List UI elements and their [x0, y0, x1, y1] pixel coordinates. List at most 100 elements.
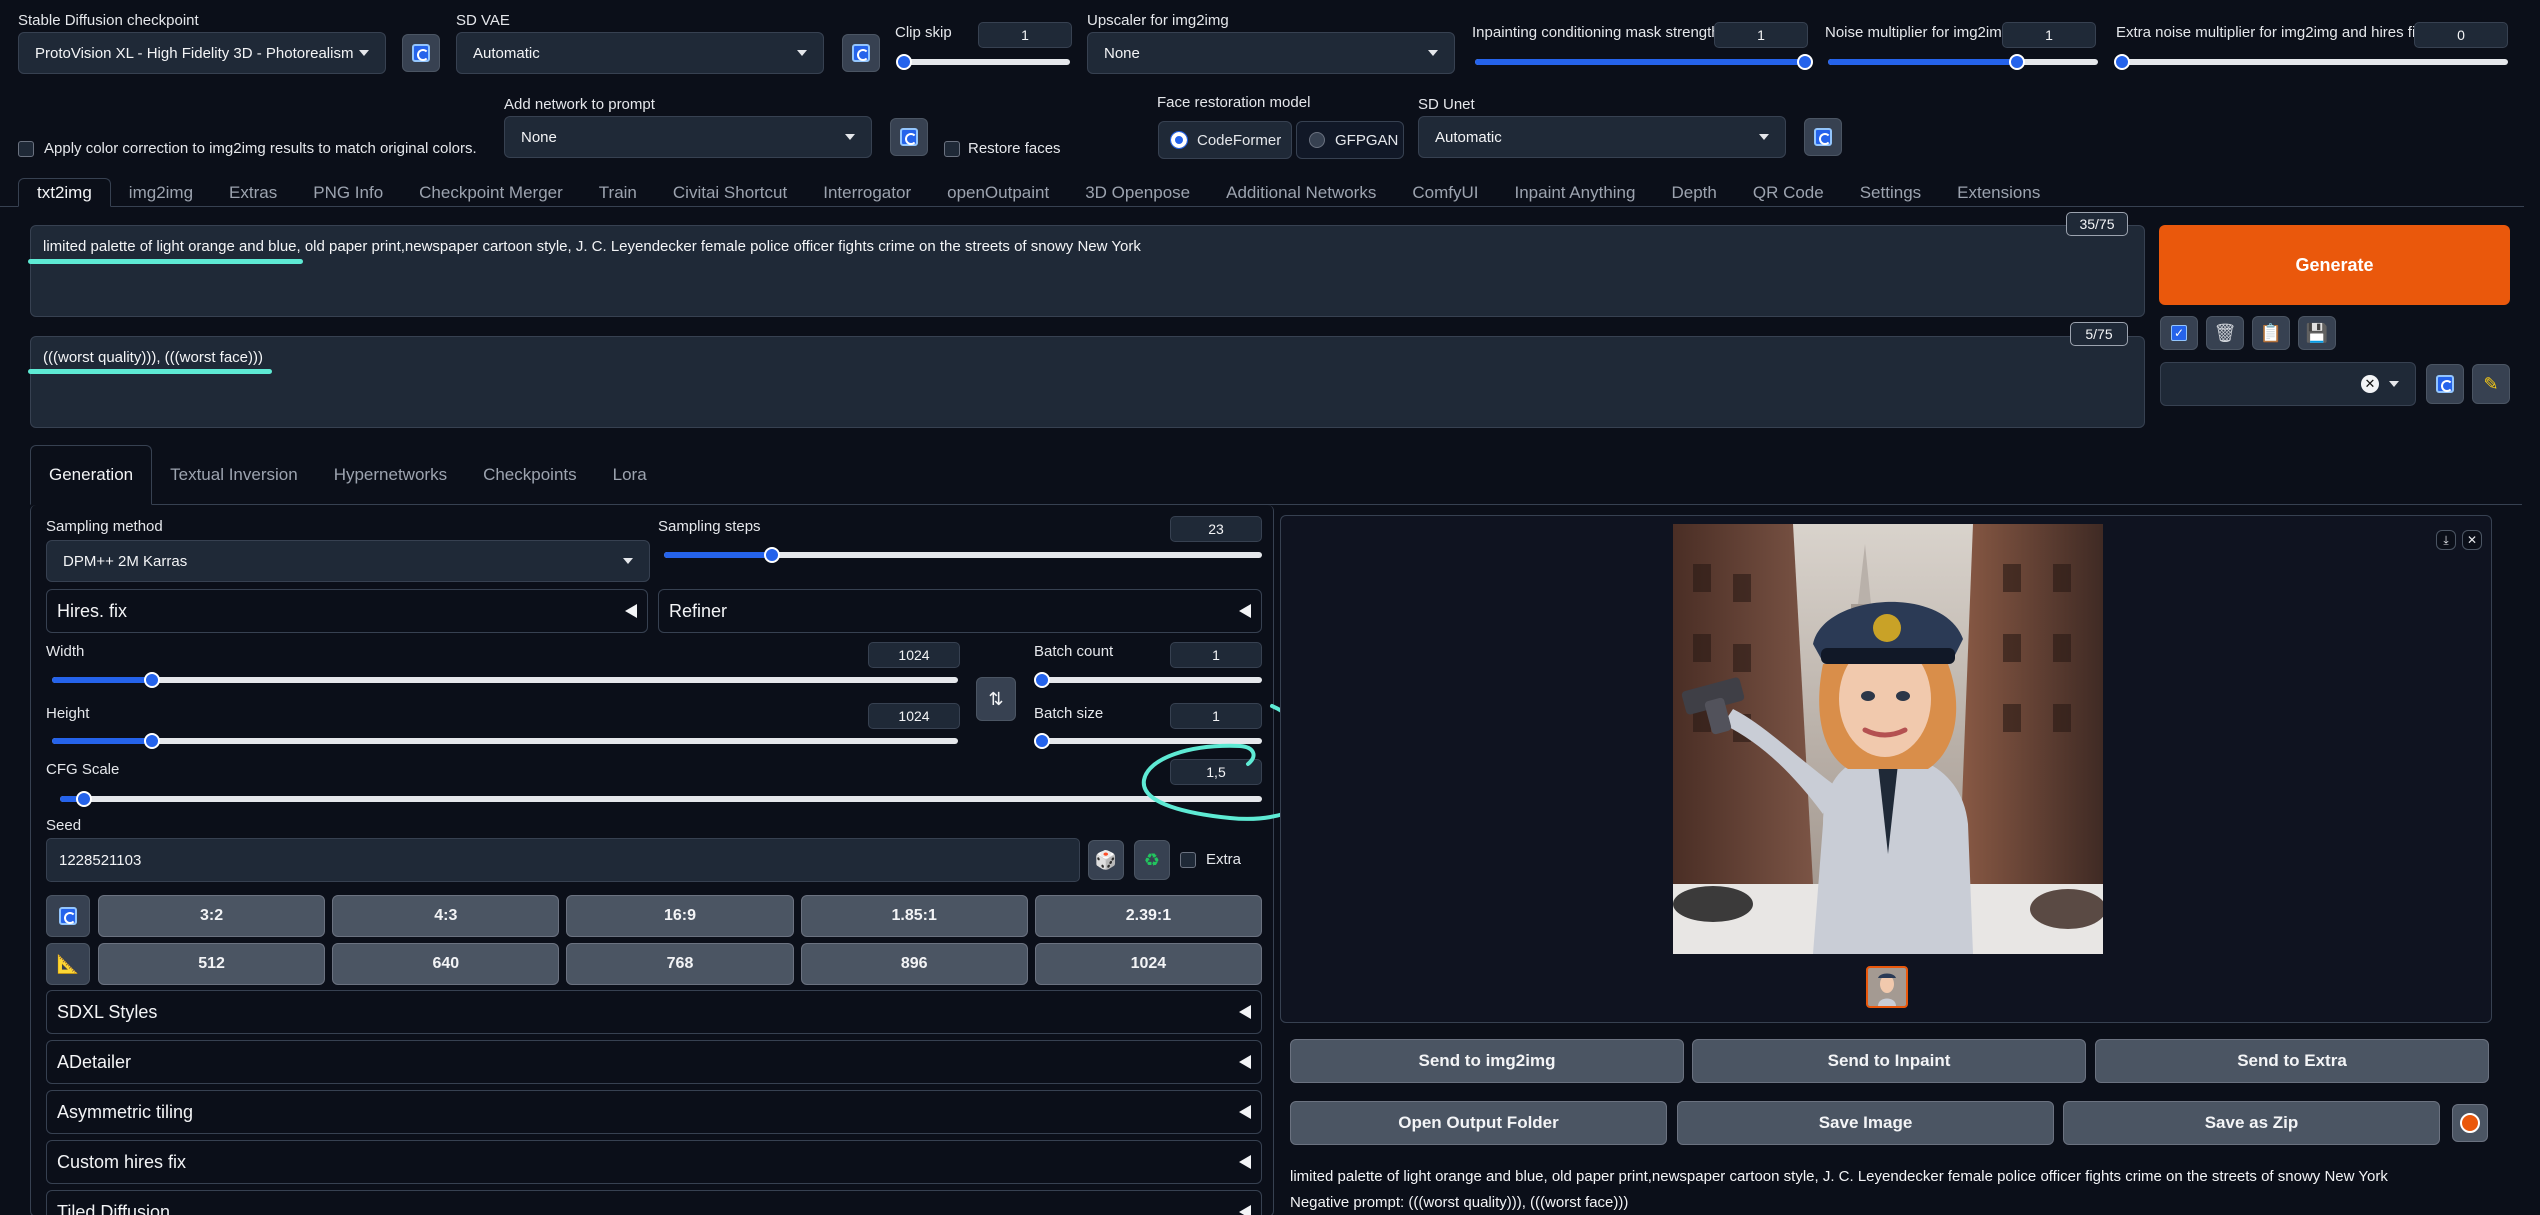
apply-styles-button[interactable]: 📋	[2252, 316, 2290, 350]
restore-faces-checkbox[interactable]	[944, 141, 960, 157]
refresh-unet-button[interactable]	[1804, 118, 1842, 156]
batch-count-input[interactable]: 1	[1170, 642, 1262, 668]
checkpoint-select[interactable]: ProtoVision XL - High Fidelity 3D - Phot…	[18, 32, 386, 74]
show-extra-networks-button[interactable]: ✓	[2160, 316, 2198, 350]
generated-image[interactable]	[1673, 524, 2103, 954]
accordion-tiled-diffusion[interactable]: Tiled Diffusion	[46, 1190, 1262, 1215]
seed-input[interactable]: 1228521103	[46, 838, 1080, 882]
accordion-sdxl-styles[interactable]: SDXL Styles	[46, 990, 1262, 1034]
subtab-hypernetworks[interactable]: Hypernetworks	[316, 445, 465, 505]
tab-openoutpaint[interactable]: openOutpaint	[929, 178, 1067, 207]
calc-size-button[interactable]: 📐	[46, 943, 90, 985]
refresh-checkpoint-button[interactable]	[402, 34, 440, 72]
edit-styles-button[interactable]: ✎	[2472, 364, 2510, 404]
clip-skip-input[interactable]: 1	[978, 22, 1072, 48]
slider-knob[interactable]	[1034, 672, 1050, 688]
clear-icon[interactable]: ✕	[2361, 375, 2379, 393]
switch-orientation-button[interactable]	[46, 895, 90, 937]
styles-select[interactable]: ✕	[2160, 362, 2416, 406]
ratio-16-9-button[interactable]: 16:9	[566, 895, 794, 937]
send-to-inpaint-button[interactable]: Send to Inpaint	[1692, 1039, 2086, 1083]
tab-extensions[interactable]: Extensions	[1939, 178, 2058, 207]
tab-interrogator[interactable]: Interrogator	[805, 178, 929, 207]
tab-train[interactable]: Train	[581, 178, 655, 207]
extra-noise-input[interactable]: 0	[2414, 22, 2508, 48]
size-1024-button[interactable]: 1024	[1034, 943, 1263, 985]
tab-txt2img[interactable]: txt2img	[18, 178, 111, 207]
prompt-textarea[interactable]: limited palette of light orange and blue…	[30, 225, 2145, 317]
extra-noise-slider[interactable]	[2114, 54, 2508, 70]
sd-unet-select[interactable]: Automatic	[1418, 116, 1786, 158]
send-to-extra-button[interactable]: Send to Extra	[2095, 1039, 2489, 1083]
tab-settings[interactable]: Settings	[1842, 178, 1939, 207]
accordion-custom-hires-fix[interactable]: Custom hires fix	[46, 1140, 1262, 1184]
slider-knob[interactable]	[1797, 54, 1813, 70]
slider-knob[interactable]	[143, 672, 160, 688]
open-output-folder-button[interactable]: Open Output Folder	[1290, 1101, 1667, 1145]
size-640-button[interactable]: 640	[332, 943, 560, 985]
random-seed-button[interactable]: 🎲	[1088, 840, 1124, 880]
tab-comfyui[interactable]: ComfyUI	[1394, 178, 1496, 207]
subtab-generation[interactable]: Generation	[30, 445, 153, 505]
accordion-asymmetric-tiling[interactable]: Asymmetric tiling	[46, 1090, 1262, 1134]
tab-img2img[interactable]: img2img	[111, 178, 211, 207]
subtab-lora[interactable]: Lora	[595, 445, 665, 505]
clip-skip-slider[interactable]	[896, 54, 1070, 70]
slider-knob[interactable]	[1034, 733, 1050, 749]
extra-tool-button[interactable]	[2452, 1104, 2488, 1142]
subtab-textual-inversion[interactable]: Textual Inversion	[152, 445, 316, 505]
size-768-button[interactable]: 768	[566, 943, 794, 985]
download-button[interactable]: ⤓	[2436, 530, 2456, 550]
width-slider[interactable]	[52, 672, 958, 688]
swap-dimensions-button[interactable]: ⇅	[976, 677, 1016, 721]
sampling-steps-input[interactable]: 23	[1170, 516, 1262, 542]
slider-knob[interactable]	[2114, 54, 2130, 70]
hires-fix-accordion[interactable]: Hires. fix	[46, 589, 648, 633]
tab-3d-openpose[interactable]: 3D Openpose	[1067, 178, 1208, 207]
ratio-3-2-button[interactable]: 3:2	[98, 895, 326, 937]
ratio-4-3-button[interactable]: 4:3	[332, 895, 560, 937]
add-network-select[interactable]: None	[504, 116, 872, 158]
accordion-adetailer[interactable]: ADetailer	[46, 1040, 1262, 1084]
subtab-checkpoints[interactable]: Checkpoints	[465, 445, 595, 505]
tab-civitai-shortcut[interactable]: Civitai Shortcut	[655, 178, 805, 207]
width-input[interactable]: 1024	[868, 642, 960, 668]
save-style-button[interactable]: 💾	[2298, 316, 2336, 350]
height-slider[interactable]	[52, 733, 958, 749]
size-896-button[interactable]: 896	[800, 943, 1028, 985]
ratio-1-85-1-button[interactable]: 1.85:1	[800, 895, 1028, 937]
ratio-2-39-1-button[interactable]: 2.39:1	[1034, 895, 1263, 937]
codeformer-radio[interactable]: CodeFormer	[1158, 121, 1292, 159]
slider-knob[interactable]	[2009, 54, 2025, 70]
color-correction-checkbox[interactable]	[18, 141, 34, 157]
save-as-zip-button[interactable]: Save as Zip	[2063, 1101, 2440, 1145]
tab-additional-networks[interactable]: Additional Networks	[1208, 178, 1394, 207]
generate-button[interactable]: Generate	[2159, 225, 2510, 305]
clear-prompt-button[interactable]: 🗑	[2206, 316, 2244, 350]
tab-extras[interactable]: Extras	[211, 178, 295, 207]
upscaler-select[interactable]: None	[1087, 32, 1455, 74]
tab-inpaint-anything[interactable]: Inpaint Anything	[1496, 178, 1653, 207]
close-preview-button[interactable]: ✕	[2462, 530, 2482, 550]
tab-qr-code[interactable]: QR Code	[1735, 178, 1842, 207]
reuse-seed-button[interactable]: ♻	[1134, 840, 1170, 880]
refiner-accordion[interactable]: Refiner	[658, 589, 1262, 633]
extra-seed-checkbox[interactable]	[1180, 852, 1196, 868]
height-input[interactable]: 1024	[868, 703, 960, 729]
batch-count-slider[interactable]	[1034, 672, 1262, 688]
inpaint-strength-input[interactable]: 1	[1714, 22, 1808, 48]
tab-png-info[interactable]: PNG Info	[295, 178, 401, 207]
gallery-thumbnail[interactable]	[1866, 966, 1908, 1008]
save-image-button[interactable]: Save Image	[1677, 1101, 2054, 1145]
send-to-img2img-button[interactable]: Send to img2img	[1290, 1039, 1684, 1083]
vae-select[interactable]: Automatic	[456, 32, 824, 74]
noise-multiplier-input[interactable]: 1	[2002, 22, 2096, 48]
slider-knob[interactable]	[896, 54, 912, 70]
slider-knob[interactable]	[143, 733, 160, 749]
noise-multiplier-slider[interactable]	[1828, 54, 2098, 70]
size-512-button[interactable]: 512	[98, 943, 326, 985]
refresh-vae-button[interactable]	[842, 34, 880, 72]
refresh-network-button[interactable]	[890, 118, 928, 156]
slider-knob[interactable]	[763, 547, 780, 563]
sampling-method-select[interactable]: DPM++ 2M Karras	[46, 540, 650, 582]
